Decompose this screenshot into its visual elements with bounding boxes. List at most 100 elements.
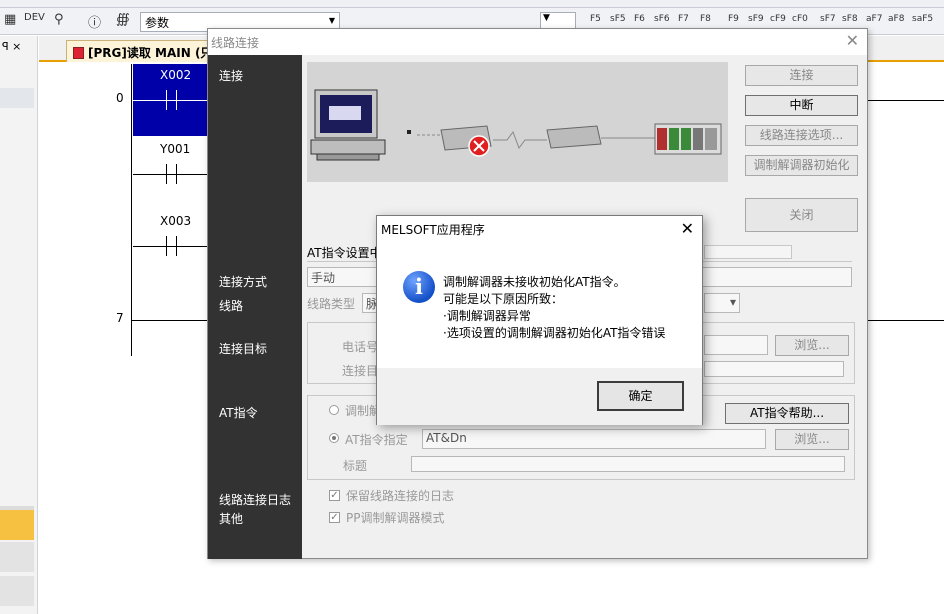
connect-button[interactable]: 连接: [745, 65, 858, 86]
ladder-symbol-sf7[interactable]: sF7: [820, 14, 836, 24]
ladder-symbol-f5[interactable]: F5: [590, 14, 601, 24]
grid-icon[interactable]: ▦: [4, 12, 16, 27]
ladder-symbol-af8[interactable]: aF8: [888, 14, 904, 24]
close-button[interactable]: 关闭: [745, 198, 858, 232]
binoculars-icon[interactable]: ∰: [116, 12, 130, 27]
message-line: 可能是以下原因所致：: [443, 292, 564, 306]
ok-button[interactable]: 确定: [597, 381, 684, 411]
contact-wire: [133, 100, 208, 101]
contact-label: Y001: [160, 142, 191, 156]
port-dot: [407, 130, 411, 134]
pp-modem-checkbox[interactable]: ✓: [329, 512, 340, 523]
interrupt-button[interactable]: 中断: [745, 95, 858, 116]
connection-diagram-graphic: [310, 89, 722, 161]
sidebar-label-line: 线路: [219, 299, 244, 313]
title-input[interactable]: [411, 456, 845, 472]
contact-bar: [166, 164, 167, 184]
browse-button[interactable]: 浏览...: [775, 335, 849, 356]
dialog-title: 线路连接: [211, 36, 260, 50]
sidebar-label-connect: 连接: [219, 69, 244, 83]
contact-bar: [176, 164, 177, 184]
pane-band[interactable]: [0, 576, 34, 606]
contact-bar: [176, 90, 177, 110]
ladder-symbol-sf8[interactable]: sF8: [842, 14, 858, 24]
ladder-symbol-sf6[interactable]: sF6: [654, 14, 670, 24]
line-type-label: 线路类型: [307, 297, 356, 311]
dialog-title-bar: 线路连接 ✕: [208, 29, 867, 55]
plc-icon: [654, 123, 722, 155]
close-icon[interactable]: ✕: [681, 219, 694, 238]
rung-wire: [868, 100, 944, 101]
error-icon: [468, 135, 490, 157]
chevron-down-icon: ▾: [729, 295, 736, 309]
pane-band-selected[interactable]: [0, 510, 34, 540]
sidebar-label-log: 线路连接日志: [219, 493, 292, 507]
ladder-symbol-f7[interactable]: F7: [678, 14, 689, 24]
sidebar-label-at: AT指令: [219, 406, 258, 420]
sidebar-label-other: 其他: [219, 512, 244, 526]
contact-wire: [133, 174, 208, 175]
pane-band[interactable]: [0, 542, 34, 572]
contact-bar: [176, 236, 177, 256]
at-radio[interactable]: [329, 433, 339, 443]
parameter-combo-value: 参数: [145, 16, 170, 30]
contact-wire: [133, 246, 208, 247]
tab-main-program[interactable]: [PRG]读取 MAIN (只: [66, 40, 211, 62]
browse-button[interactable]: 浏览...: [775, 429, 849, 450]
search-icon[interactable]: ⚲: [54, 12, 64, 27]
ladder-symbol-saf5[interactable]: saF5: [912, 14, 933, 24]
ladder-symbol-cf9[interactable]: cF9: [770, 14, 786, 24]
ladder-symbol-f9[interactable]: F9: [728, 14, 739, 24]
program-icon: [73, 47, 84, 59]
line-options-button[interactable]: 线路连接选项...: [745, 125, 858, 146]
target-label: 连接目: [342, 364, 379, 378]
message-box-title: MELSOFT应用程序: [381, 223, 485, 237]
ladder-symbol-f8[interactable]: F8: [700, 14, 711, 24]
modem-init-button[interactable]: 调制解调器初始化: [745, 155, 858, 176]
log-checkbox[interactable]: ✓: [329, 490, 340, 501]
target-input[interactable]: [704, 361, 844, 377]
message-line: ·选项设置的调制解调器初始化AT指令错误: [443, 326, 666, 340]
at-help-button[interactable]: AT指令帮助...: [725, 403, 849, 424]
modem-icon: [546, 125, 602, 149]
ladder-symbol-sf5[interactable]: sF5: [610, 14, 626, 24]
pane-band: [0, 88, 34, 108]
phone-input[interactable]: [704, 335, 768, 355]
ladder-symbol-sf9[interactable]: sF9: [748, 14, 764, 24]
sidebar-label-method: 连接方式: [219, 275, 268, 289]
ladder-symbol-af7[interactable]: aF7: [866, 14, 882, 24]
connection-diagram: [307, 62, 728, 182]
at-command-input[interactable]: AT&Dn: [422, 429, 766, 449]
contact-label: X003: [160, 214, 192, 228]
project-pane: ꟼ ×: [0, 36, 38, 614]
ladder-symbol-cf0[interactable]: cF0: [792, 14, 808, 24]
pin-close-icon[interactable]: ꟼ ×: [2, 40, 21, 53]
chevron-down-icon: ▼: [328, 16, 335, 25]
modem-radio[interactable]: [329, 405, 339, 415]
at-radio-label: AT指令指定: [345, 433, 408, 447]
ladder-symbol-f6[interactable]: F6: [634, 14, 645, 24]
chevron-down-icon: ▼: [543, 13, 550, 23]
contact-label: X002: [160, 68, 192, 82]
rung-wire: [131, 320, 208, 321]
dialog-sidebar: 连接 连接方式 线路 连接目标 AT指令 线路连接日志 其他: [208, 55, 302, 559]
close-icon[interactable]: ✕: [846, 31, 859, 50]
information-icon: i: [403, 271, 435, 303]
progress-bar: [704, 245, 792, 259]
menu-bar-strip: [0, 0, 944, 8]
help-icon[interactable]: ⓘ: [88, 12, 101, 31]
log-checkbox-label: 保留线路连接的日志: [346, 489, 455, 503]
tab-label: [PRG]读取 MAIN (只: [88, 46, 211, 60]
line-type-select-2[interactable]: ▾: [704, 293, 740, 313]
computer-icon: [310, 89, 386, 161]
dev-icon[interactable]: DEV: [24, 12, 45, 23]
title-label: 标题: [343, 459, 368, 473]
contact-bar: [166, 90, 167, 110]
sidebar-label-target: 连接目标: [219, 342, 268, 356]
message-line: 调制解调器未接收初始化AT指令。: [443, 275, 626, 289]
pp-modem-checkbox-label: PP调制解调器模式: [346, 511, 445, 525]
left-power-rail: [131, 64, 132, 356]
rung-wire: [868, 320, 944, 321]
phone-label: 电话号: [342, 340, 379, 354]
melsoft-message-box: MELSOFT应用程序 ✕ i 调制解调器未接收初始化AT指令。 可能是以下原因…: [376, 215, 703, 425]
